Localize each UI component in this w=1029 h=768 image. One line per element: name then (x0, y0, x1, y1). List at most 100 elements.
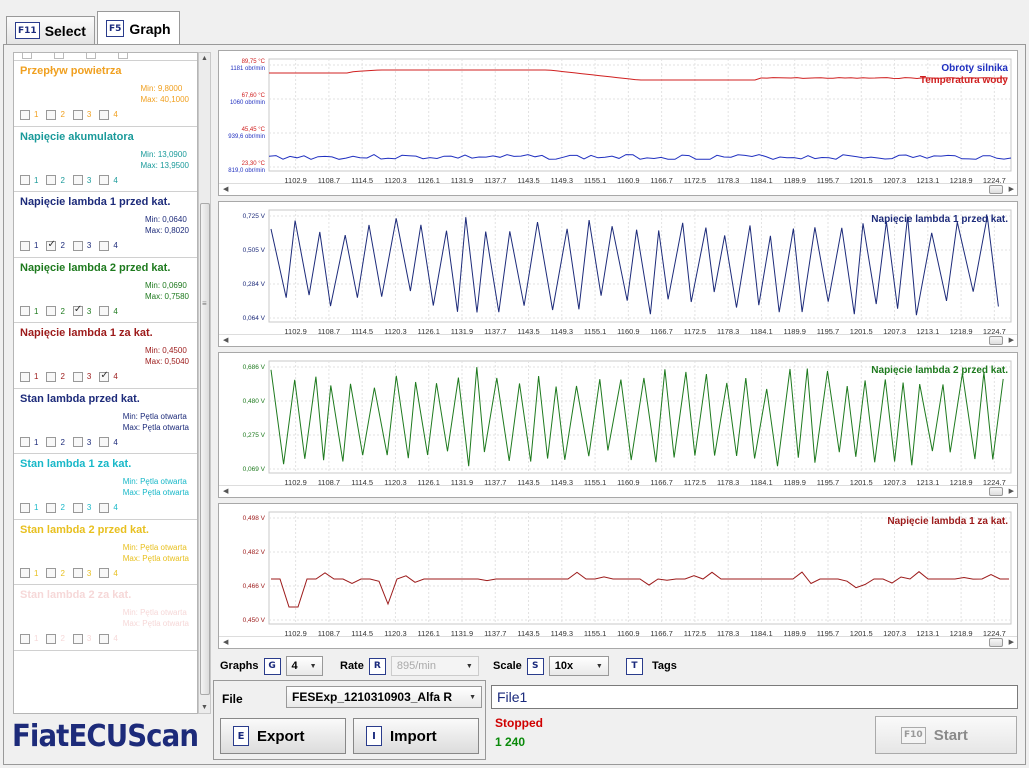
checkbox-box[interactable] (99, 306, 110, 316)
scroll-right-icon[interactable]: ▶ (1009, 487, 1014, 495)
graph-checkbox-2[interactable]: 2 (46, 175, 65, 185)
scroll-right-icon[interactable]: ▶ (1009, 638, 1014, 646)
graph-checkbox-2[interactable]: 2 (46, 306, 65, 316)
scroll-down-icon[interactable]: ▼ (201, 704, 208, 711)
checkbox-box[interactable] (20, 175, 30, 185)
graph-checkbox-2[interactable]: 2 (46, 109, 65, 120)
scroll-up-icon[interactable]: ▲ (201, 55, 208, 62)
graph-checkbox-1[interactable]: 1 (20, 371, 38, 382)
scrollbar-thumb[interactable] (989, 487, 1003, 496)
parameter-item[interactable]: Napięcie lambda 2 przed kat. Min: 0,0690 M… (14, 258, 197, 323)
checkbox-box[interactable] (72, 109, 83, 120)
checkbox-box[interactable] (99, 568, 110, 578)
graph-checkbox-4[interactable]: 4 (99, 633, 118, 644)
graph-checkbox-3[interactable]: 3 (72, 240, 91, 251)
checkbox-box[interactable] (20, 371, 30, 382)
graph-checkbox-3[interactable]: 3 (72, 437, 91, 447)
parameter-item[interactable]: Napięcie akumulatora Min: 13,0900 Max: 13,… (14, 127, 197, 192)
parameter-item[interactable]: Stan lambda przed kat. Min: Pętla otwarta… (14, 389, 197, 454)
file-name-field[interactable]: File1 (491, 685, 1018, 709)
graph-checkbox-1[interactable]: 1 (20, 240, 38, 251)
checkbox-box[interactable] (99, 240, 110, 251)
checkbox-box[interactable] (20, 240, 30, 251)
parameter-item[interactable]: Stan lambda 2 za kat. Min: Pętla otwarta M… (14, 585, 197, 651)
graph-checkbox-3[interactable]: 3 (72, 109, 91, 120)
checkbox-box[interactable] (99, 502, 110, 513)
checkbox-box[interactable] (20, 306, 30, 316)
scroll-right-icon[interactable]: ▶ (1009, 185, 1014, 193)
checkbox-box[interactable] (20, 568, 30, 578)
file-dropdown[interactable]: FESExp_1210310903_Alfa R ▼ (286, 686, 482, 708)
checkbox-box[interactable] (46, 633, 57, 644)
graph-checkbox-3[interactable]: 3 (72, 633, 91, 644)
graph-checkbox-2[interactable]: 2 (46, 437, 65, 447)
graph-checkbox-4[interactable]: 4 (99, 502, 118, 513)
graphs-dropdown[interactable]: 4 ▼ (285, 656, 323, 676)
scale-dropdown[interactable]: 10x ▼ (548, 656, 609, 676)
checkbox-box[interactable] (99, 370, 110, 382)
checkbox-box[interactable] (46, 175, 57, 185)
parameter-list-scrollbar[interactable]: ▲ ≡ ▼ (198, 52, 211, 714)
graph-checkbox-3[interactable]: 3 (72, 304, 91, 316)
graph-checkbox-3[interactable]: 3 (72, 568, 91, 578)
parameter-item[interactable]: Stan lambda 2 przed kat. Min: Pętla otwar… (14, 520, 197, 585)
checkbox-box[interactable] (99, 109, 110, 120)
graph-checkbox-2[interactable]: 2 (46, 239, 65, 251)
checkbox-box[interactable] (46, 502, 57, 513)
graph-checkbox-2[interactable]: 2 (46, 633, 65, 644)
graph-checkbox-4[interactable]: 4 (99, 568, 118, 578)
graph-checkbox-1[interactable]: 1 (20, 633, 38, 644)
graph-2-scrollbar[interactable]: ◀ ▶ (219, 334, 1017, 346)
parameter-item[interactable]: Stan lambda 1 za kat. Min: Pętla otwarta M… (14, 454, 197, 520)
checkbox-box[interactable] (99, 633, 110, 644)
checkbox-box[interactable] (99, 175, 110, 185)
graph-checkbox-2[interactable]: 2 (46, 502, 65, 513)
checkbox-box[interactable] (46, 371, 57, 382)
graph-checkbox-4[interactable]: 4 (99, 240, 118, 251)
graph-checkbox-1[interactable]: 1 (20, 109, 38, 120)
rate-dropdown[interactable]: 895/min ▼ (390, 656, 479, 676)
checkbox-box[interactable] (72, 371, 83, 382)
graph-checkbox-3[interactable]: 3 (72, 371, 91, 382)
graph-checkbox-4[interactable]: 4 (99, 370, 118, 382)
graph-checkbox-4[interactable]: 4 (99, 109, 118, 120)
scroll-left-icon[interactable]: ◀ (223, 185, 228, 193)
tab-graph[interactable]: F5 Graph (96, 11, 180, 45)
scroll-left-icon[interactable]: ◀ (223, 487, 228, 495)
checkbox-box[interactable] (72, 568, 83, 578)
tags-control[interactable]: T Tags (626, 656, 677, 676)
checkbox-box[interactable] (20, 109, 30, 120)
checkbox-box[interactable] (20, 437, 30, 447)
checkbox-box[interactable] (72, 502, 83, 513)
checkbox-box[interactable] (99, 437, 110, 447)
scroll-right-icon[interactable]: ▶ (1009, 336, 1014, 344)
scrollbar-thumb[interactable] (200, 203, 210, 695)
checkbox-box[interactable] (46, 568, 57, 578)
scrollbar-thumb[interactable] (989, 185, 1003, 194)
checkbox-box[interactable] (72, 175, 83, 185)
checkbox-box[interactable] (46, 109, 57, 120)
checkbox-box[interactable] (20, 633, 30, 644)
scrollbar-thumb[interactable] (989, 638, 1003, 647)
graph-3-scrollbar[interactable]: ◀ ▶ (219, 485, 1017, 497)
checkbox-box[interactable] (46, 306, 57, 316)
checkbox-box[interactable] (72, 304, 83, 316)
graph-1-scrollbar[interactable]: ◀ ▶ (219, 183, 1017, 195)
checkbox-box[interactable] (72, 437, 83, 447)
graph-checkbox-1[interactable]: 1 (20, 306, 38, 316)
tab-select[interactable]: F11 Select (6, 16, 95, 44)
graph-checkbox-3[interactable]: 3 (72, 175, 91, 185)
scrollbar-thumb[interactable] (989, 336, 1003, 345)
checkbox-box[interactable] (20, 502, 30, 513)
graph-checkbox-4[interactable]: 4 (99, 175, 118, 185)
checkbox-box[interactable] (72, 633, 83, 644)
checkbox-box[interactable] (72, 240, 83, 251)
export-button[interactable]: E Export (220, 718, 346, 754)
graph-checkbox-1[interactable]: 1 (20, 175, 38, 185)
graph-checkbox-1[interactable]: 1 (20, 502, 38, 513)
graph-4-scrollbar[interactable]: ◀ ▶ (219, 636, 1017, 648)
graph-checkbox-2[interactable]: 2 (46, 371, 65, 382)
graph-checkbox-2[interactable]: 2 (46, 568, 65, 578)
scroll-left-icon[interactable]: ◀ (223, 336, 228, 344)
graph-checkbox-1[interactable]: 1 (20, 437, 38, 447)
